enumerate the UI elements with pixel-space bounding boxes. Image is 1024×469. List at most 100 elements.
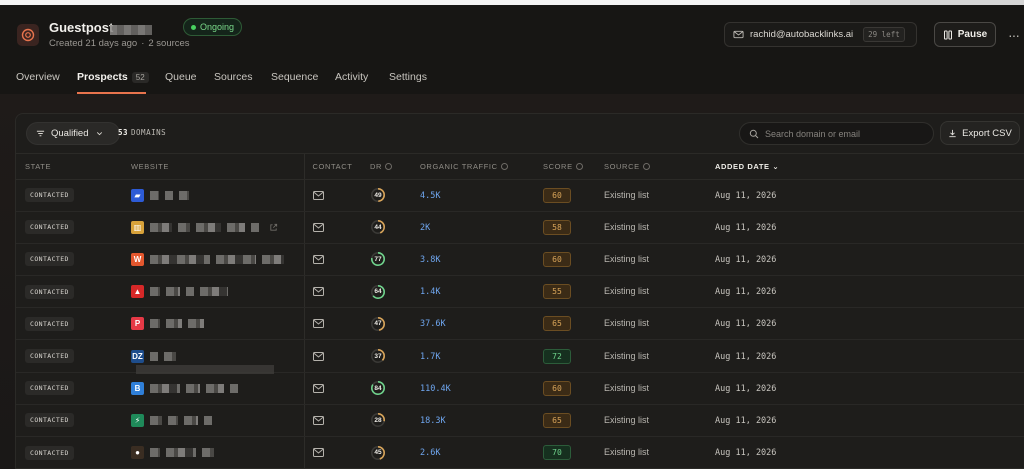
organic-traffic-value: 37.6K bbox=[420, 319, 446, 330]
site-favicon-icon: ▲ bbox=[131, 285, 144, 299]
website-redacted bbox=[251, 222, 259, 232]
pause-button[interactable]: Pause bbox=[934, 22, 996, 47]
table-row[interactable]: CONTACTED ▥ 44 2K 58 Existing list Aug 1… bbox=[16, 211, 1024, 244]
column-website[interactable]: WEBSITE bbox=[131, 154, 304, 180]
mail-icon[interactable] bbox=[312, 319, 371, 329]
tab-sources[interactable]: Sources bbox=[214, 71, 253, 83]
added-date: Aug 11, 2026 bbox=[715, 448, 777, 459]
website-redacted bbox=[150, 448, 160, 458]
export-csv-button[interactable]: Export CSV bbox=[940, 121, 1020, 145]
website-cell[interactable]: DZ bbox=[131, 349, 304, 363]
website-cell[interactable]: ▲ bbox=[131, 285, 304, 299]
table-row[interactable]: CONTACTED ▰ 49 4.5K 60 Existing list Aug… bbox=[16, 179, 1024, 212]
column-added-date[interactable]: ADDED DATE ⌄ bbox=[715, 154, 1024, 180]
campaign-header: Guestpost Created 21 days ago · 2 sources … bbox=[0, 5, 1024, 94]
dr-gauge: 64 bbox=[370, 284, 386, 300]
dr-value: 84 bbox=[374, 384, 382, 392]
website-cell[interactable]: B bbox=[131, 381, 304, 395]
table-row[interactable]: CONTACTED ⚡ 28 18.3K 65 Existing list Au… bbox=[16, 404, 1024, 438]
state-badge: CONTACTED bbox=[25, 316, 74, 331]
prospects-panel: Qualified 53DOMAINS Export CSV STATE WEB… bbox=[15, 113, 1024, 469]
website-redacted bbox=[184, 415, 198, 425]
mail-icon[interactable] bbox=[312, 222, 371, 232]
website-redacted bbox=[186, 287, 194, 297]
dr-value: 77 bbox=[374, 255, 382, 263]
table-row[interactable]: CONTACTED ● 45 2.6K 70 Existing list Aug… bbox=[16, 436, 1024, 468]
mail-icon[interactable] bbox=[312, 415, 371, 425]
tab-overview[interactable]: Overview bbox=[16, 71, 60, 83]
website-redacted bbox=[178, 222, 190, 232]
table-row[interactable]: CONTACTED ▲ 64 1.4K 55 Existing list Aug… bbox=[16, 275, 1024, 309]
column-dr[interactable]: DR bbox=[370, 154, 420, 180]
column-score[interactable]: SCORE bbox=[543, 154, 604, 180]
column-state[interactable]: STATE bbox=[16, 154, 131, 180]
search-icon bbox=[749, 129, 759, 138]
prospects-table: STATE WEBSITE CONTACT DR ORGANIC TRAFFIC… bbox=[16, 154, 1024, 468]
website-cell[interactable]: P bbox=[131, 317, 304, 331]
website-redacted bbox=[165, 190, 173, 200]
tab-activity[interactable]: Activity bbox=[335, 71, 368, 83]
mail-icon[interactable] bbox=[312, 287, 371, 297]
status-badge: Ongoing bbox=[183, 18, 243, 36]
organic-traffic-value: 18.3K bbox=[420, 415, 446, 426]
website-redacted bbox=[206, 383, 224, 393]
website-redacted bbox=[188, 319, 204, 329]
website-cell[interactable]: ▰ bbox=[131, 188, 304, 202]
column-organic-traffic[interactable]: ORGANIC TRAFFIC bbox=[420, 154, 543, 180]
website-redacted bbox=[200, 287, 228, 297]
mail-icon[interactable] bbox=[312, 351, 371, 361]
source-text: Existing list bbox=[604, 382, 650, 393]
tab-sequence[interactable]: Sequence bbox=[271, 71, 318, 83]
tab-bar: Overview Prospects 52 Queue Sources Seque… bbox=[0, 67, 1024, 94]
column-source[interactable]: SOURCE bbox=[604, 154, 715, 180]
table-row[interactable]: CONTACTED P 47 37.6K 65 Existing list Au… bbox=[16, 307, 1024, 341]
sends-left-badge: 29 left bbox=[863, 27, 905, 42]
score-badge: 72 bbox=[543, 348, 571, 364]
account-selector[interactable]: rachid@autobacklinks.ai 29 left bbox=[724, 22, 917, 47]
website-redacted bbox=[227, 222, 245, 232]
website-redacted bbox=[166, 319, 182, 329]
table-row[interactable]: CONTACTED W 77 3.8K 60 Existing list Aug… bbox=[16, 243, 1024, 277]
more-options-icon[interactable]: ··· bbox=[1008, 27, 1020, 43]
table-row[interactable]: CONTACTED B 84 110.4K 60 Existing list A… bbox=[16, 372, 1024, 405]
website-cell[interactable]: W bbox=[131, 252, 304, 266]
dr-gauge: 37 bbox=[370, 348, 386, 364]
website-redacted bbox=[150, 254, 210, 264]
tab-settings[interactable]: Settings bbox=[389, 71, 427, 83]
website-cell[interactable]: ● bbox=[131, 446, 304, 460]
site-favicon-icon: ▥ bbox=[131, 220, 144, 234]
title-redacted bbox=[110, 25, 152, 35]
sort-desc-icon: ⌄ bbox=[772, 161, 780, 171]
filter-dropdown[interactable]: Qualified bbox=[26, 122, 120, 145]
website-redacted bbox=[166, 448, 196, 458]
search-box[interactable] bbox=[739, 122, 934, 145]
organic-traffic-value: 1.4K bbox=[420, 287, 441, 298]
source-text: Existing list bbox=[604, 318, 650, 329]
mail-icon[interactable] bbox=[312, 190, 371, 200]
website-cell[interactable]: ▥ bbox=[131, 220, 304, 234]
tab-prospects[interactable]: Prospects 52 bbox=[77, 71, 149, 83]
added-date: Aug 11, 2026 bbox=[715, 254, 777, 265]
mail-icon[interactable] bbox=[312, 254, 371, 264]
external-link-icon[interactable] bbox=[269, 223, 278, 232]
score-badge: 58 bbox=[543, 219, 571, 235]
dr-gauge: 28 bbox=[370, 412, 386, 428]
organic-traffic-value: 3.8K bbox=[420, 254, 441, 265]
search-input[interactable] bbox=[765, 128, 925, 139]
mail-icon[interactable] bbox=[312, 383, 371, 393]
dr-value: 28 bbox=[374, 416, 382, 424]
organic-traffic-value: 2K bbox=[420, 222, 431, 233]
website-redacted bbox=[202, 448, 214, 458]
score-badge: 65 bbox=[543, 316, 571, 332]
tab-queue[interactable]: Queue bbox=[165, 71, 197, 83]
website-redacted bbox=[179, 190, 189, 200]
column-contact[interactable]: CONTACT bbox=[303, 154, 370, 180]
state-badge: CONTACTED bbox=[25, 188, 74, 203]
added-date: Aug 11, 2026 bbox=[715, 287, 777, 298]
website-redacted bbox=[230, 383, 238, 393]
mail-icon bbox=[733, 29, 744, 40]
mail-icon[interactable] bbox=[312, 448, 371, 458]
state-badge: CONTACTED bbox=[25, 413, 74, 428]
info-icon bbox=[642, 162, 650, 170]
website-cell[interactable]: ⚡ bbox=[131, 413, 304, 427]
